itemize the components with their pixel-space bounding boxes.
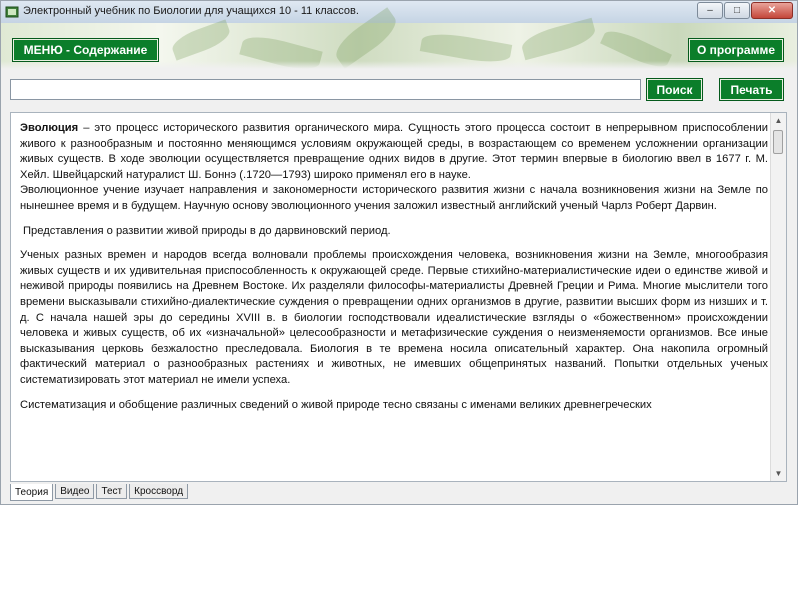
article-text: Эволюция – это процесс исторического раз… <box>20 121 768 422</box>
paragraph: Систематизация и обобщение различных све… <box>20 398 652 411</box>
print-button[interactable]: Печать <box>719 78 784 101</box>
leaf-decoration <box>600 25 672 73</box>
window-title: Электронный учебник по Биологии для учащ… <box>23 5 359 17</box>
paragraph: Ученых разных времен и народов всегда во… <box>20 249 768 386</box>
close-button[interactable]: ✕ <box>751 2 793 19</box>
leaf-decoration <box>239 31 323 75</box>
leaf-decoration <box>519 17 598 61</box>
section-heading: Представления о развитии живой природы в… <box>23 224 391 237</box>
menu-contents-button[interactable]: МЕНЮ - Содержание <box>12 38 159 62</box>
tab-test[interactable]: Тест <box>96 484 128 499</box>
term-keyword: Эволюция <box>20 122 79 134</box>
maximize-button[interactable]: □ <box>724 2 750 19</box>
app-window: Электронный учебник по Биологии для учащ… <box>0 0 798 505</box>
title-bar: Электронный учебник по Биологии для учащ… <box>1 1 797 24</box>
scroll-thumb[interactable] <box>773 130 783 154</box>
bottom-tabs: Теория Видео Тест Кроссворд <box>10 484 190 501</box>
tab-crossword[interactable]: Кроссворд <box>129 484 189 499</box>
minimize-button[interactable]: – <box>697 2 723 19</box>
vertical-scrollbar[interactable]: ▲ ▼ <box>770 113 786 481</box>
paragraph-text: Эволюционное учение изучает направления … <box>20 184 768 212</box>
tab-theory[interactable]: Теория <box>10 484 54 501</box>
app-icon <box>5 6 19 18</box>
tab-video[interactable]: Видео <box>55 484 95 499</box>
leaf-decoration <box>169 19 233 61</box>
window-controls: – □ ✕ <box>696 2 793 20</box>
search-input[interactable] <box>10 79 641 100</box>
leaf-decoration <box>419 29 513 67</box>
paragraph: Эволюция – это процесс исторического раз… <box>20 121 768 215</box>
paragraph-text: – это процесс исторического развития орг… <box>20 122 768 181</box>
about-program-button[interactable]: О программе <box>688 38 784 62</box>
scroll-down-icon[interactable]: ▼ <box>771 466 786 481</box>
content-pane[interactable]: Эволюция – это процесс исторического раз… <box>10 112 787 482</box>
search-button[interactable]: Поиск <box>646 78 703 101</box>
scroll-up-icon[interactable]: ▲ <box>771 113 786 128</box>
